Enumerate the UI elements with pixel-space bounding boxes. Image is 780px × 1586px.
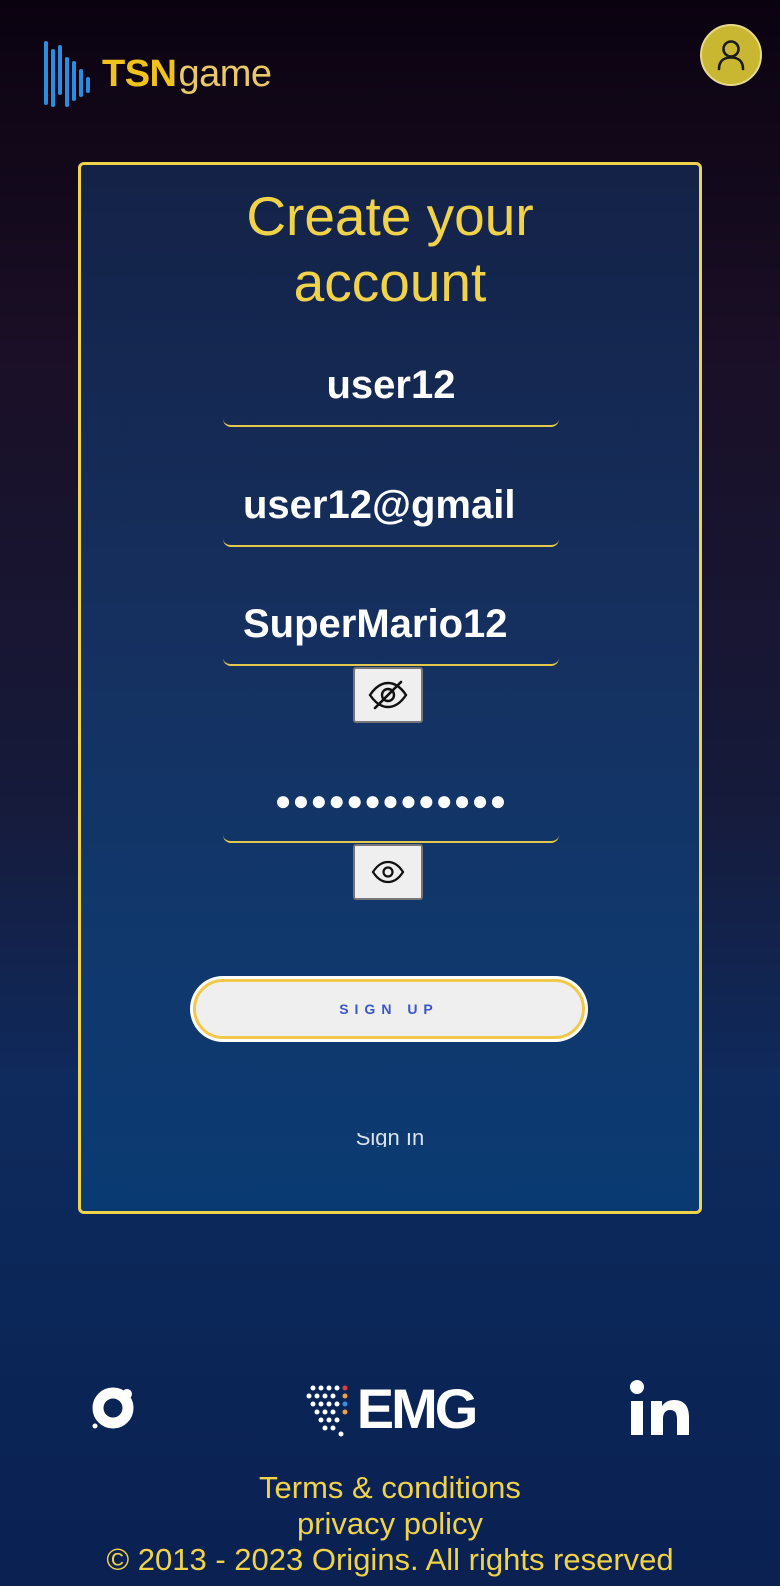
emg-dots-icon [306, 1385, 348, 1437]
logo-wordmark: TSN game [102, 55, 272, 93]
linkedin-link[interactable] [628, 1368, 692, 1448]
terms-link[interactable]: Terms & conditions [0, 1470, 780, 1506]
linkedin-icon [630, 1380, 689, 1435]
eye-icon [371, 860, 405, 884]
account-avatar-button[interactable] [700, 24, 762, 86]
password-value: SuperMario12 [243, 601, 508, 646]
logo-primary-text: TSN [102, 53, 177, 95]
privacy-link[interactable]: privacy policy [0, 1506, 780, 1542]
page-title: Create your account [81, 183, 699, 315]
signup-card: Create your account user12 user12@gmail … [78, 162, 702, 1214]
origins-icon [92, 1387, 134, 1429]
password-visibility-toggle[interactable] [353, 667, 423, 723]
email-value: user12@gmail [243, 482, 516, 527]
confirm-password-value: ●●●●●●●●●●●●● [274, 785, 508, 816]
password-field[interactable]: SuperMario12 [223, 584, 559, 666]
title-line-2: account [293, 251, 487, 313]
eye-off-icon [368, 680, 408, 710]
soundwave-logo-icon [44, 41, 90, 107]
username-value: user12 [326, 362, 456, 407]
confirm-password-visibility-toggle[interactable] [353, 844, 423, 900]
copyright-text: © 2013 - 2023 Origins. All rights reserv… [106, 1542, 674, 1577]
logo-secondary-text: game [178, 53, 273, 95]
origins-link[interactable] [88, 1368, 138, 1448]
sign-in-link[interactable]: Sign In [81, 1133, 699, 1147]
emg-brand-link[interactable]: EMG [300, 1368, 480, 1448]
tsngame-logo[interactable]: TSN game [44, 38, 284, 110]
username-field[interactable]: user12 [223, 345, 559, 427]
confirm-password-field[interactable]: ●●●●●●●●●●●●● [223, 761, 559, 843]
email-field[interactable]: user12@gmail [223, 465, 559, 547]
user-icon [717, 40, 745, 71]
title-line-1: Create your [246, 185, 534, 247]
emg-logo-text: EMG [356, 1376, 479, 1440]
sign-up-button[interactable]: SIGN UP [193, 979, 585, 1039]
